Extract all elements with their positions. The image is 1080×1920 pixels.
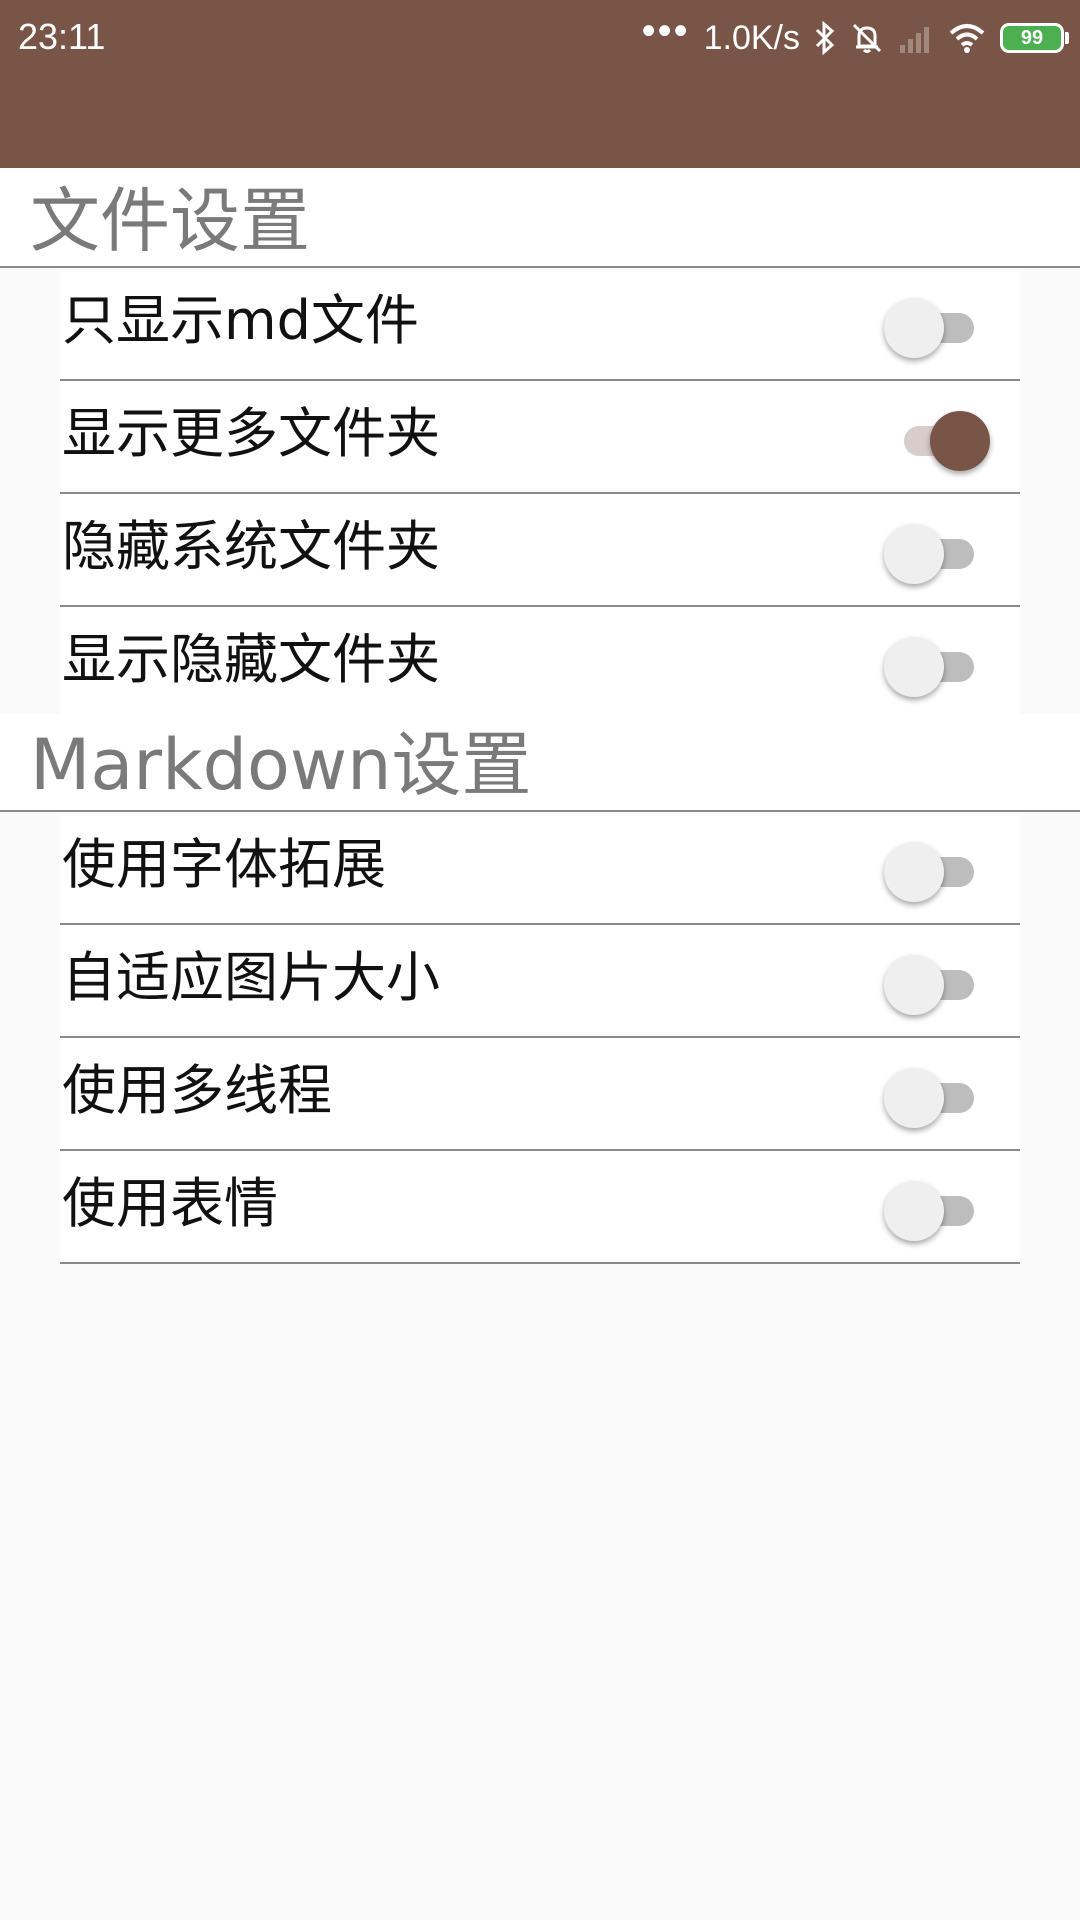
section-title: 文件设置 xyxy=(30,180,310,262)
toggle-switch[interactable] xyxy=(884,1181,990,1241)
setting-row-show-more-folders[interactable]: 显示更多文件夹 xyxy=(60,381,1020,494)
toggle-switch[interactable] xyxy=(884,524,990,584)
setting-row-emoji[interactable]: 使用表情 xyxy=(60,1151,1020,1264)
toggle-switch[interactable] xyxy=(884,1068,990,1128)
setting-row-show-hidden-folders[interactable]: 显示隐藏文件夹 xyxy=(60,607,1020,720)
markdown-settings-group: 使用字体拓展 自适应图片大小 使用多线程 使用表情 xyxy=(60,812,1020,1264)
setting-label: 显示隐藏文件夹 xyxy=(62,628,440,691)
setting-label: 使用表情 xyxy=(62,1172,278,1235)
network-speed: 1.0K/s xyxy=(703,18,800,57)
setting-row-adaptive-image-size[interactable]: 自适应图片大小 xyxy=(60,925,1020,1038)
setting-label: 隐藏系统文件夹 xyxy=(62,515,440,578)
section-header-file-settings: 文件设置 xyxy=(0,168,1080,268)
setting-row-hide-system-folders[interactable]: 隐藏系统文件夹 xyxy=(60,494,1020,607)
toggle-switch[interactable] xyxy=(884,842,990,902)
setting-row-font-extension[interactable]: 使用字体拓展 xyxy=(60,812,1020,925)
status-icons: ••• 1.0K/s 99 xyxy=(641,9,1069,62)
toggle-switch[interactable] xyxy=(884,637,990,697)
setting-label: 只显示md文件 xyxy=(62,289,419,352)
app-toolbar xyxy=(0,76,1080,168)
setting-row-only-md[interactable]: 只显示md文件 xyxy=(60,268,1020,381)
more-notifications-icon: ••• xyxy=(641,9,690,53)
battery-icon: 99 xyxy=(1000,23,1069,53)
section-header-markdown-settings: Markdown设置 xyxy=(0,714,1080,812)
setting-label: 显示更多文件夹 xyxy=(62,402,440,465)
file-settings-group: 只显示md文件 显示更多文件夹 隐藏系统文件夹 显示隐藏文件夹 xyxy=(60,268,1020,720)
status-bar: 23:11 ••• 1.0K/s 99 xyxy=(0,0,1080,76)
wifi-icon xyxy=(949,24,985,53)
toggle-switch[interactable] xyxy=(884,411,990,471)
section-title: Markdown设置 xyxy=(30,724,532,806)
toggle-switch[interactable] xyxy=(884,955,990,1015)
status-time: 23:11 xyxy=(18,16,106,57)
setting-label: 使用多线程 xyxy=(62,1059,332,1122)
signal-icon xyxy=(900,27,929,53)
setting-row-multithread[interactable]: 使用多线程 xyxy=(60,1038,1020,1151)
toggle-switch[interactable] xyxy=(884,298,990,358)
setting-label: 使用字体拓展 xyxy=(62,833,386,896)
setting-label: 自适应图片大小 xyxy=(62,946,440,1009)
muted-bell-icon xyxy=(852,23,882,53)
bluetooth-icon xyxy=(815,21,835,55)
